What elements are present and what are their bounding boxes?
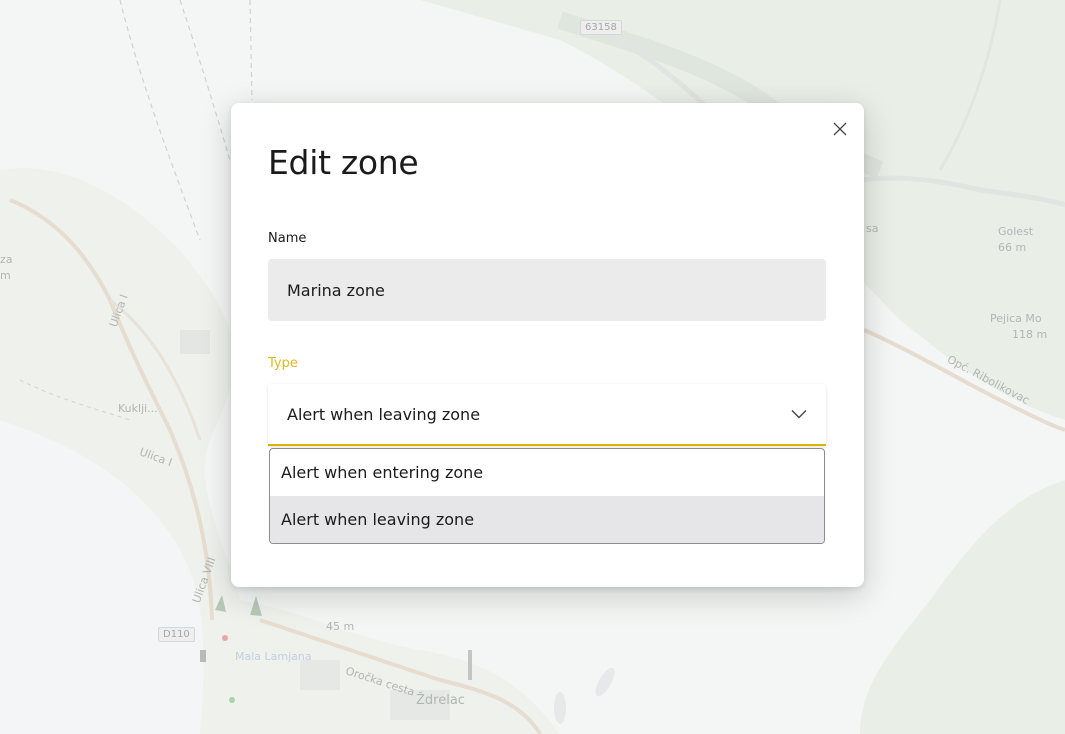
map-place-label: Kuklji... <box>118 402 158 415</box>
map-place-label: za <box>0 253 13 266</box>
close-button[interactable] <box>828 117 852 141</box>
map-place-label: Pejica Mo <box>990 312 1042 325</box>
dialog-title: Edit zone <box>268 143 419 182</box>
map-elevation-label: m <box>0 269 11 282</box>
map-place-label: Mala Lamjana <box>235 650 312 663</box>
map-place-label: sa <box>866 222 879 235</box>
map-place-label: Golest <box>998 225 1034 238</box>
edit-zone-dialog: Edit zone Name Type Alert when leaving z… <box>231 103 864 587</box>
type-dropdown-value: Alert when leaving zone <box>287 404 481 424</box>
chevron-down-icon <box>791 410 807 419</box>
type-options-list: Alert when entering zone Alert when leav… <box>269 448 825 544</box>
type-label: Type <box>268 356 298 371</box>
type-option-entering[interactable]: Alert when entering zone <box>270 449 824 496</box>
type-dropdown[interactable]: Alert when leaving zone <box>268 384 826 446</box>
map-road-shield: D110 <box>158 627 195 642</box>
name-label: Name <box>268 231 307 246</box>
type-option-leaving[interactable]: Alert when leaving zone <box>270 496 824 543</box>
map-elevation-label: 66 m <box>998 241 1027 254</box>
app-window: 63158 Kuklji... Ulica I Ulica I Ulica VI… <box>0 0 1065 734</box>
map-elevation-label: 118 m <box>1012 328 1048 341</box>
name-input[interactable] <box>268 259 826 321</box>
close-icon <box>833 122 847 136</box>
map-elevation-label: 45 m <box>326 620 355 633</box>
map-road-shield: 63158 <box>580 20 622 35</box>
map-place-label: Ždrelac <box>416 693 465 708</box>
